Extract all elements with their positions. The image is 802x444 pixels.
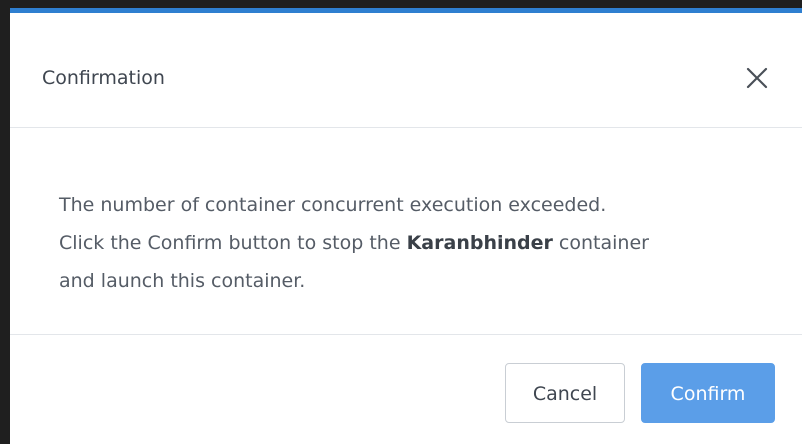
dialog-footer: Cancel Confirm: [10, 335, 802, 444]
dialog-message: The number of container concurrent execu…: [59, 186, 779, 300]
dialog-header: Confirmation: [10, 13, 802, 128]
confirmation-dialog: Confirmation The number of container con…: [10, 8, 802, 444]
screen-background: Confirmation The number of container con…: [0, 0, 802, 444]
message-line-3: and launch this container.: [59, 270, 306, 292]
container-name: Karanbhinder: [406, 232, 553, 254]
dialog-title: Confirmation: [42, 67, 165, 89]
dialog-body: The number of container concurrent execu…: [10, 128, 802, 335]
close-icon: [746, 67, 768, 89]
confirm-button[interactable]: Confirm: [641, 363, 775, 423]
message-line-2-prefix: Click the Confirm button to stop the: [59, 232, 407, 254]
message-line-1: The number of container concurrent execu…: [59, 194, 607, 216]
close-button[interactable]: [744, 65, 770, 91]
message-line-2-suffix: container: [552, 232, 649, 254]
cancel-button[interactable]: Cancel: [505, 363, 625, 423]
